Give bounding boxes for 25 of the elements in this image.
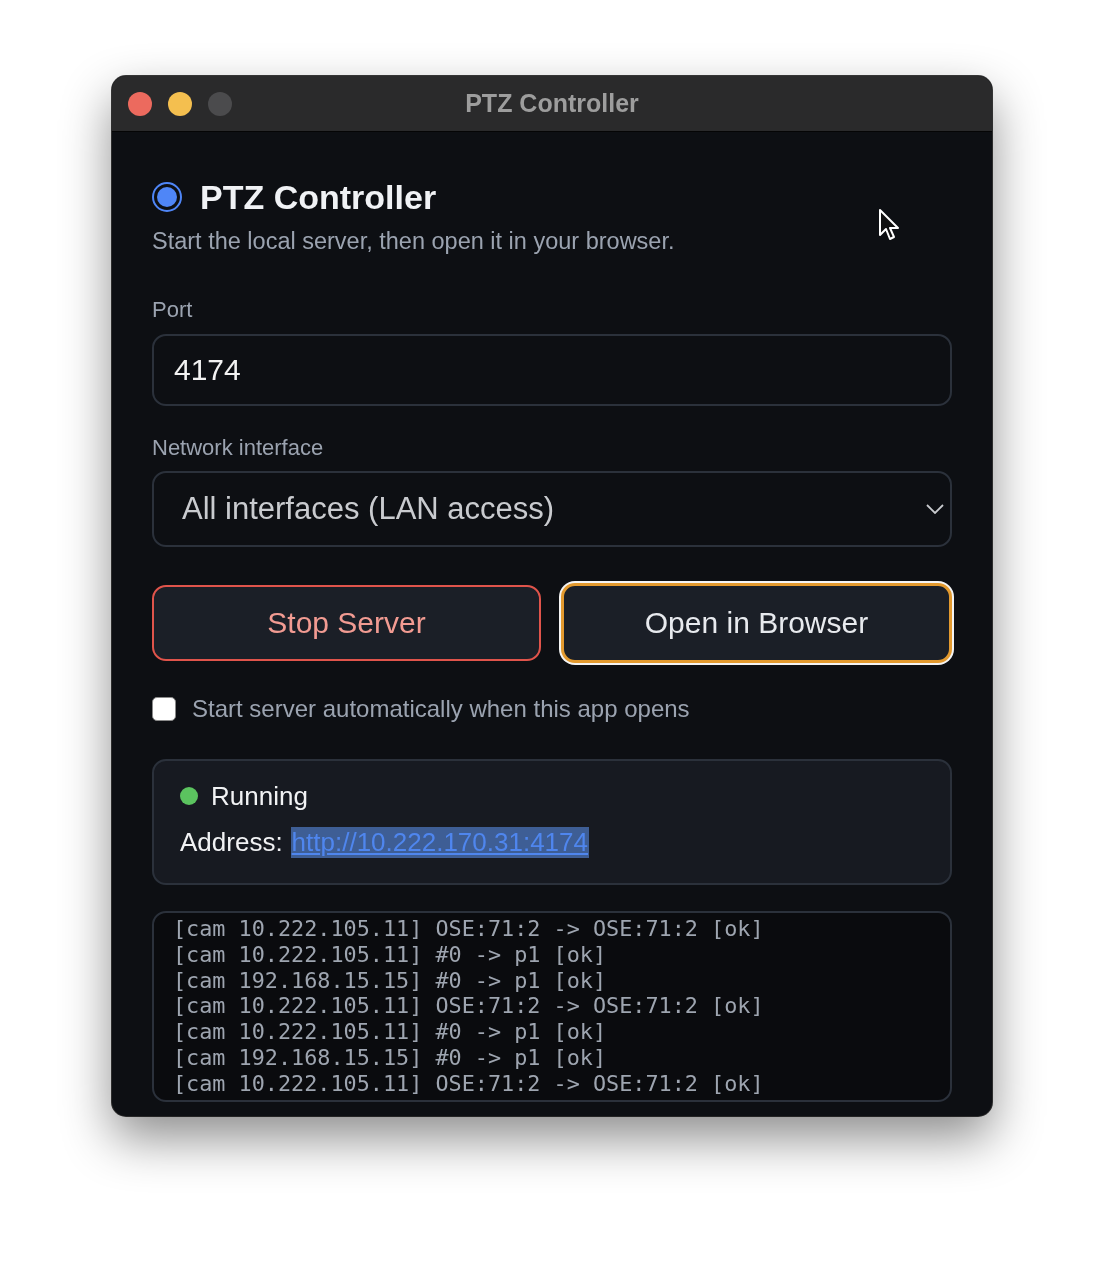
log-line: [cam 10.222.105.11] OSE:71:2 -> OSE:71:2 [ok] [173, 1070, 764, 1097]
address-label: Address: [180, 826, 283, 858]
network-interface-label: Network interface [152, 434, 324, 462]
stop-button[interactable]: Stop Server [152, 585, 541, 661]
cursor-icon [878, 208, 900, 242]
open-button[interactable]: Open in Browser [561, 583, 952, 663]
log-line: [cam 10.222.105.11] #0 -> p1 [ok] [173, 941, 607, 968]
status-text: Running [211, 780, 308, 812]
port-label: Port [152, 296, 193, 324]
autostart-checkbox[interactable] [152, 697, 176, 721]
log-line: [cam 192.168.15.15] #0 -> p1 [ok] [173, 967, 607, 994]
autostart-label: Start server automatically when this app opens [192, 695, 690, 723]
log-line: [cam 10.222.105.11] OSE:71:2 -> OSE:71:2 [ok] [173, 916, 764, 942]
subtitle-text: Start the local server, then open it in your browser. [152, 227, 675, 256]
app-heading: PTZ Controller [200, 177, 437, 218]
close-icon[interactable] [128, 91, 152, 116]
circle-dot-icon [152, 182, 182, 212]
log-line: [cam 192.168.15.15] #0 -> p1 [ok] [173, 1045, 607, 1071]
minimize-icon[interactable] [168, 91, 192, 116]
port-input[interactable]: 4174 [152, 334, 952, 406]
window-title: PTZ Controller [465, 89, 639, 118]
network-interface-select[interactable]: All interfaces (LAN access) [152, 471, 952, 547]
log-line: [cam 10.222.105.11] OSE:71:2 -> OSE:71:2 [ok] [173, 993, 764, 1020]
log-line: [cam 10.222.105.11] #0 -> p1 [ok] [173, 1019, 607, 1045]
chevron-down-icon [926, 504, 944, 514]
